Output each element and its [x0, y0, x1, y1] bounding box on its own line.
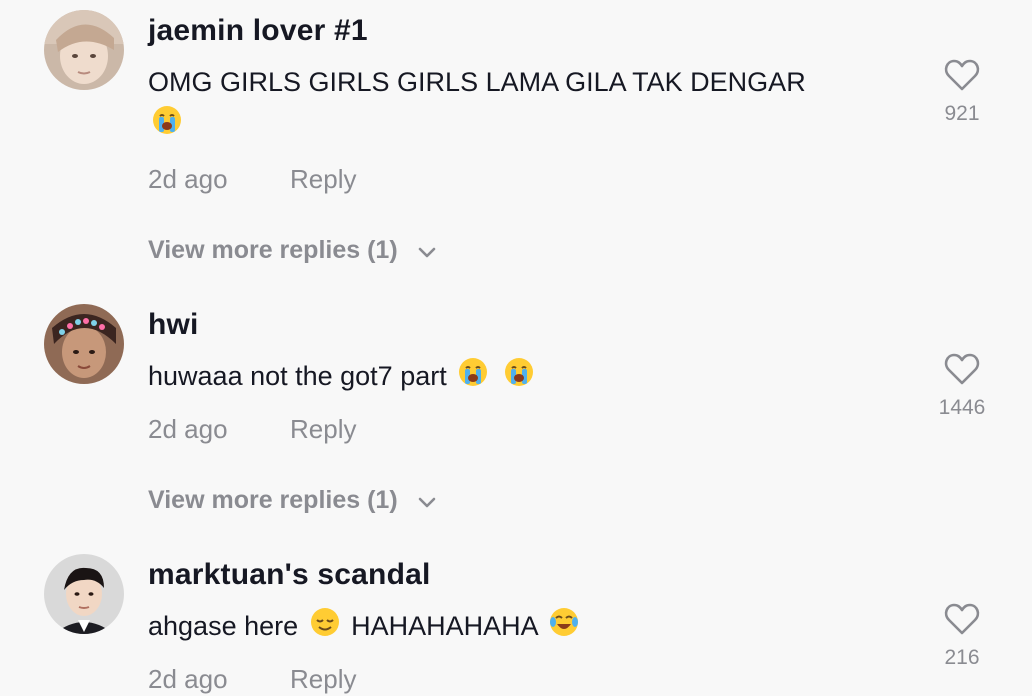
comment-username[interactable]: jaemin lover #1 [148, 14, 368, 48]
comment-username[interactable]: hwi [148, 308, 199, 342]
avatar-image [44, 304, 124, 384]
view-more-replies[interactable]: View more replies (1) [148, 236, 437, 266]
comment-text-line: OMG GIRLS GIRLS GIRLS LAMA GILA TAK DENG… [148, 67, 806, 97]
loudly-crying-emoji [151, 104, 183, 147]
avatar[interactable] [44, 304, 124, 384]
comment-meta: 2d ago Reply [148, 664, 356, 695]
comment-text-line2 [148, 104, 186, 147]
avatar[interactable] [44, 554, 124, 634]
comment-text: ahgase here HAHAHAHAHA [148, 606, 583, 649]
avatar[interactable] [44, 10, 124, 90]
view-more-label: View more replies (1) [148, 236, 398, 264]
avatar-image [44, 554, 124, 634]
comment-text-line: huwaaa not the got7 part [148, 361, 447, 391]
heart-outline-icon [944, 603, 980, 635]
like-count: 216 [944, 646, 980, 669]
comment-meta: 2d ago Reply [148, 164, 356, 195]
chevron-down-icon [417, 487, 437, 516]
like-button[interactable]: 216 [922, 602, 1002, 670]
tears-of-joy-emoji [548, 606, 580, 649]
loudly-crying-emoji [457, 356, 489, 399]
comment-timestamp: 2d ago [148, 414, 228, 444]
comment-text: OMG GIRLS GIRLS GIRLS LAMA GILA TAK DENG… [148, 62, 806, 102]
comment-username[interactable]: marktuan's scandal [148, 558, 431, 592]
comment-text-part: HAHAHAHAHA [351, 611, 538, 641]
view-more-label: View more replies (1) [148, 486, 398, 514]
comment-text-part: ahgase here [148, 611, 299, 641]
loudly-crying-emoji [503, 356, 535, 399]
heart-outline-icon [944, 353, 980, 385]
like-count: 921 [944, 102, 980, 125]
reply-button[interactable]: Reply [290, 414, 356, 445]
heart-outline-icon [944, 59, 980, 91]
reply-button[interactable]: Reply [290, 664, 356, 695]
like-count: 1446 [938, 396, 986, 419]
comment-meta: 2d ago Reply [148, 414, 356, 445]
avatar-image [44, 10, 124, 90]
relieved-face-emoji [309, 606, 341, 649]
reply-button[interactable]: Reply [290, 164, 356, 195]
like-button[interactable]: 921 [922, 58, 1002, 126]
view-more-replies[interactable]: View more replies (1) [148, 486, 437, 516]
comment-timestamp: 2d ago [148, 664, 228, 694]
like-button[interactable]: 1446 [922, 352, 1002, 420]
comment-text: huwaaa not the got7 part [148, 356, 538, 399]
chevron-down-icon [417, 237, 437, 266]
comment-timestamp: 2d ago [148, 164, 228, 194]
